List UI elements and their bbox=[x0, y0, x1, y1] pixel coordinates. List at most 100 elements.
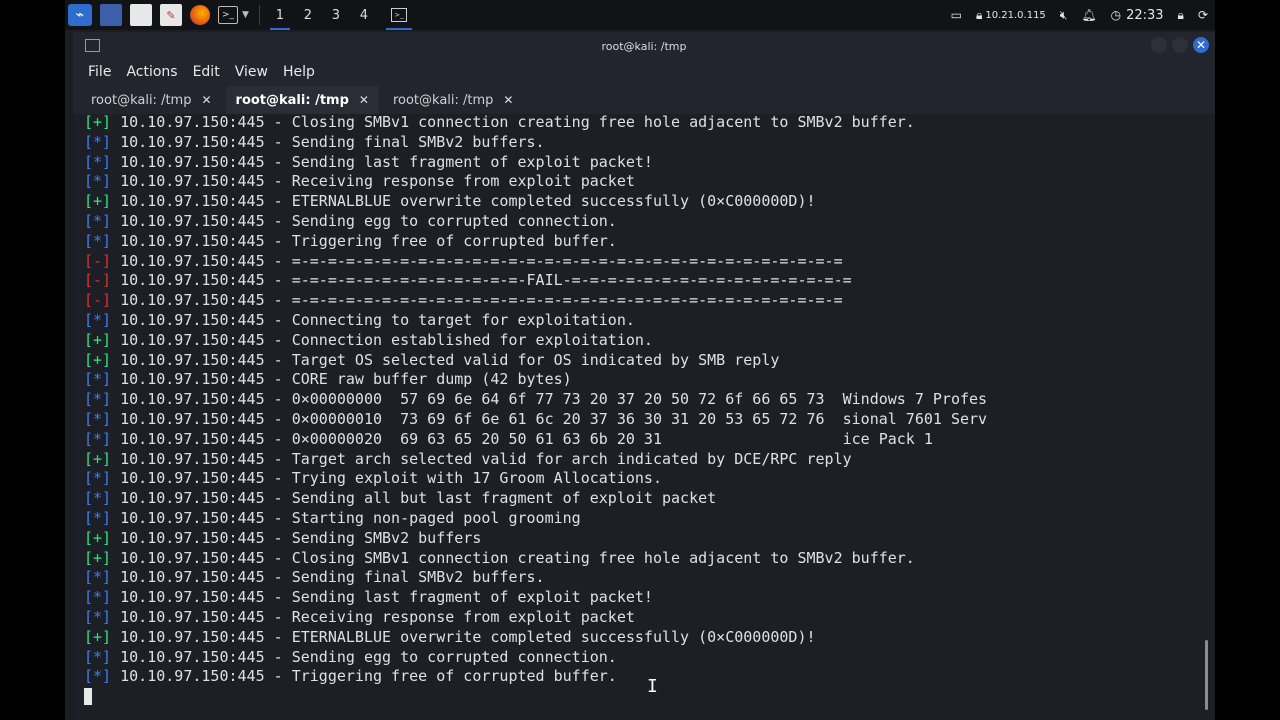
panel-separator bbox=[258, 5, 260, 25]
log-message: CORE raw buffer dump (42 bytes) bbox=[291, 370, 572, 389]
status-marker: [*] bbox=[84, 607, 112, 626]
top-panel: ⌁ ✎ >_ ▼ 1 2 3 4 >_ ▭ 🔒︎ 10.21.0.115 🔇︎ … bbox=[65, 0, 1215, 30]
window-icon bbox=[85, 39, 100, 52]
status-marker: [*] bbox=[84, 647, 112, 666]
terminal-line: [*] 10.10.97.150:445 - Sending last frag… bbox=[84, 152, 653, 171]
kali-dragon-icon[interactable]: ⌁ bbox=[68, 4, 92, 26]
log-message: Closing SMBv1 connection creating free h… bbox=[291, 548, 915, 567]
clock-icon: ◷ bbox=[1110, 8, 1122, 22]
vpn-status[interactable]: 🔒︎ 10.21.0.115 bbox=[976, 8, 1046, 23]
panel-left: ⌁ ✎ >_ ▼ 1 2 3 4 >_ bbox=[65, 0, 414, 30]
log-message: Sending all but last fragment of exploit… bbox=[291, 489, 717, 508]
status-marker: [*] bbox=[84, 172, 112, 191]
lock-screen-icon[interactable]: 🔒︎ bbox=[1178, 8, 1184, 23]
target-host: 10.10.97.150:445 bbox=[120, 449, 265, 468]
text-cursor bbox=[84, 688, 92, 706]
terminal-launcher-icon[interactable]: >_ bbox=[218, 6, 238, 24]
status-marker: [+] bbox=[84, 350, 112, 369]
target-host: 10.10.97.150:445 bbox=[120, 172, 265, 191]
taskbar-terminal-button[interactable]: >_ bbox=[384, 0, 414, 30]
target-host: 10.10.97.150:445 bbox=[120, 409, 265, 428]
terminal-line: [+] 10.10.97.150:445 - Target arch selec… bbox=[84, 449, 852, 468]
clock[interactable]: ◷ 22:33 bbox=[1111, 8, 1164, 23]
status-marker: [*] bbox=[84, 429, 112, 448]
close-tab-icon[interactable]: ✕ bbox=[503, 93, 513, 107]
terminal-line: [*] 10.10.97.150:445 - Connecting to tar… bbox=[84, 310, 635, 329]
target-host: 10.10.97.150:445 bbox=[120, 548, 265, 567]
log-message: 0×00000020 69 63 65 20 50 61 63 6b 20 31… bbox=[291, 429, 933, 448]
tab-label: root@kali: /tmp bbox=[91, 92, 192, 108]
window-title: root@kali: /tmp bbox=[601, 39, 687, 53]
log-message: Triggering free of corrupted buffer. bbox=[291, 667, 617, 686]
status-marker: [-] bbox=[84, 291, 112, 310]
target-host: 10.10.97.150:445 bbox=[120, 429, 265, 448]
window-titlebar[interactable]: root@kali: /tmp ✕ bbox=[73, 32, 1215, 60]
log-message: Sending egg to corrupted connection. bbox=[291, 647, 617, 666]
notification-bell-icon[interactable]: 🔔︎ bbox=[1081, 8, 1096, 22]
terminal-line: [*] 10.10.97.150:445 - 0×00000020 69 63 … bbox=[84, 429, 933, 448]
target-host: 10.10.97.150:445 bbox=[120, 132, 265, 151]
close-button[interactable]: ✕ bbox=[1193, 37, 1209, 53]
status-marker: [*] bbox=[84, 132, 112, 151]
terminal-line: [*] 10.10.97.150:445 - Triggering free o… bbox=[84, 667, 617, 686]
menu-help[interactable]: Help bbox=[283, 64, 315, 80]
workspace-3[interactable]: 3 bbox=[322, 0, 350, 30]
log-message: Starting non-paged pool grooming bbox=[291, 508, 581, 527]
close-tab-icon[interactable]: ✕ bbox=[201, 93, 211, 107]
terminal-output[interactable]: [+] 10.10.97.150:445 - Closing SMBv1 con… bbox=[73, 114, 1215, 720]
status-marker: [*] bbox=[84, 667, 112, 686]
terminal-line: [*] 10.10.97.150:445 - Sending last frag… bbox=[84, 588, 653, 607]
menu-edit[interactable]: Edit bbox=[193, 64, 220, 80]
desktop: ⌁ ✎ >_ ▼ 1 2 3 4 >_ ▭ 🔒︎ 10.21.0.115 🔇︎ … bbox=[65, 0, 1215, 720]
scrollbar[interactable] bbox=[1205, 114, 1209, 720]
status-marker: [*] bbox=[84, 568, 112, 587]
terminal-line: [*] 10.10.97.150:445 - Sending egg to co… bbox=[84, 647, 617, 666]
log-message: =-=-=-=-=-=-=-=-=-=-=-=-=-=-=-=-=-=-=-=-… bbox=[291, 251, 843, 270]
minimize-button[interactable] bbox=[1151, 37, 1167, 53]
tab-1[interactable]: root@kali: /tmp ✕ bbox=[81, 86, 222, 114]
terminal-window: root@kali: /tmp ✕ File Actions Edit View… bbox=[73, 32, 1215, 720]
tab-bar: root@kali: /tmp ✕ root@kali: /tmp ✕ root… bbox=[73, 84, 1215, 115]
log-message: Sending SMBv2 buffers bbox=[291, 528, 482, 547]
status-marker: [+] bbox=[84, 528, 112, 547]
workspace-2[interactable]: 2 bbox=[294, 0, 322, 30]
menu-view[interactable]: View bbox=[235, 64, 268, 80]
log-message: Triggering free of corrupted buffer. bbox=[291, 231, 617, 250]
close-tab-icon[interactable]: ✕ bbox=[359, 93, 369, 107]
terminal-line: [*] 10.10.97.150:445 - Starting non-page… bbox=[84, 508, 581, 527]
status-marker: [+] bbox=[84, 627, 112, 646]
log-message: 0×00000010 73 69 6f 6e 61 6c 20 37 36 30… bbox=[291, 409, 988, 428]
log-message: =-=-=-=-=-=-=-=-=-=-=-=-=-FAIL-=-=-=-=-=… bbox=[291, 271, 852, 290]
text-editor-icon[interactable]: ✎ bbox=[160, 4, 182, 26]
tab-3[interactable]: root@kali: /tmp ✕ bbox=[383, 86, 524, 114]
maximize-button[interactable] bbox=[1172, 37, 1188, 53]
log-message: Target arch selected valid for arch indi… bbox=[291, 449, 852, 468]
show-desktop-icon[interactable] bbox=[100, 4, 122, 26]
terminal-line: [-] 10.10.97.150:445 - =-=-=-=-=-=-=-=-=… bbox=[84, 291, 843, 310]
target-host: 10.10.97.150:445 bbox=[120, 152, 265, 171]
clock-time: 22:33 bbox=[1126, 7, 1164, 23]
scrollbar-thumb[interactable] bbox=[1205, 640, 1208, 710]
lock-icon: 🔒︎ bbox=[975, 7, 983, 22]
prompt-line bbox=[84, 687, 987, 707]
target-host: 10.10.97.150:445 bbox=[120, 310, 265, 329]
workspace-1[interactable]: 1 bbox=[266, 0, 294, 30]
file-manager-icon[interactable] bbox=[130, 4, 152, 26]
monitor-icon[interactable]: ▭ bbox=[951, 8, 962, 22]
menu-actions[interactable]: Actions bbox=[126, 64, 177, 80]
menu-file[interactable]: File bbox=[88, 64, 111, 80]
status-marker: [*] bbox=[84, 310, 112, 329]
target-host: 10.10.97.150:445 bbox=[120, 647, 265, 666]
chevron-down-icon[interactable]: ▼ bbox=[242, 10, 249, 20]
terminal-line: [*] 10.10.97.150:445 - Receiving respons… bbox=[84, 607, 635, 626]
target-host: 10.10.97.150:445 bbox=[120, 528, 265, 547]
log-message: Trying exploit with 17 Groom Allocations… bbox=[291, 469, 662, 488]
target-host: 10.10.97.150:445 bbox=[120, 627, 265, 646]
log-message: Receiving response from exploit packet bbox=[291, 607, 635, 626]
tab-2[interactable]: root@kali: /tmp ✕ bbox=[225, 86, 379, 114]
logout-icon[interactable]: ⟳ bbox=[1198, 8, 1208, 22]
status-marker: [*] bbox=[84, 469, 112, 488]
workspace-4[interactable]: 4 bbox=[350, 0, 378, 30]
firefox-icon[interactable] bbox=[190, 5, 210, 25]
volume-muted-icon[interactable]: 🔇︎ bbox=[1060, 8, 1068, 23]
